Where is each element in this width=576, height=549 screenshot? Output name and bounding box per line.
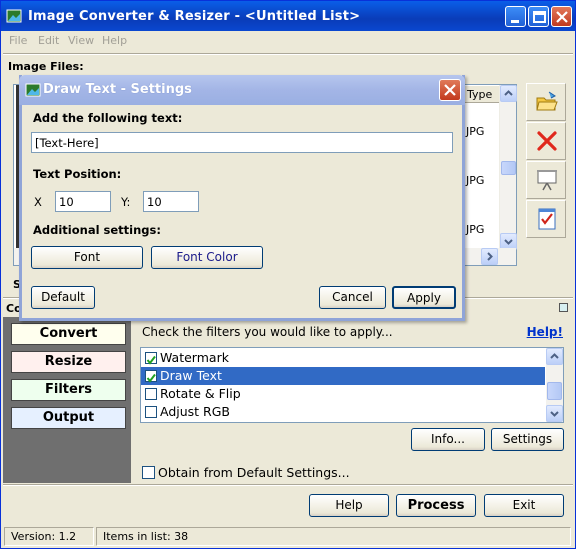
- close-button[interactable]: [551, 6, 572, 27]
- title-bar[interactable]: Image Converter & Resizer - <Untitled Li…: [1, 1, 575, 31]
- window-title: Image Converter & Resizer - <Untitled Li…: [28, 9, 361, 24]
- info-button[interactable]: Info...: [411, 428, 485, 451]
- checkmark-icon: [146, 373, 156, 383]
- bottom-separator: [3, 484, 573, 486]
- filters-tab[interactable]: Filters: [11, 379, 126, 401]
- draw-text-checkbox[interactable]: [145, 370, 157, 383]
- dialog-close-button[interactable]: [439, 79, 461, 101]
- adjust-rgb-checkbox[interactable]: [145, 406, 157, 418]
- filter-item-watermark[interactable]: Watermark: [141, 349, 545, 367]
- filter-item-rotate-flip[interactable]: Rotate & Flip: [141, 385, 545, 403]
- close-icon: [444, 84, 456, 96]
- filter-item-label: Rotate & Flip: [160, 386, 241, 401]
- checklist-icon: [538, 208, 556, 230]
- chevron-right-icon: [487, 252, 493, 261]
- y-position-input[interactable]: 10: [143, 191, 199, 212]
- resize-tab[interactable]: Resize: [11, 351, 126, 373]
- chevron-up-icon: [504, 90, 513, 96]
- menu-bar: File Edit View Help: [1, 31, 575, 50]
- filter-item-label: Adjust RGB: [160, 404, 230, 419]
- minimize-icon: [511, 20, 519, 23]
- status-version: Version: 1.2: [4, 527, 94, 546]
- text-input[interactable]: [Text-Here]: [31, 132, 453, 153]
- scroll-right-button[interactable]: [481, 248, 498, 265]
- scroll-up-button[interactable]: [500, 85, 517, 102]
- y-label: Y:: [121, 195, 131, 209]
- image-files-label: Image Files:: [8, 60, 84, 73]
- additional-settings-label: Additional settings:: [33, 223, 161, 237]
- chevron-up-icon: [550, 353, 559, 359]
- maximize-icon: [533, 11, 546, 23]
- settings-button[interactable]: Settings: [491, 428, 564, 451]
- default-settings-checkbox[interactable]: [142, 466, 155, 479]
- scroll-up-button[interactable]: [546, 348, 563, 365]
- font-button[interactable]: Font: [31, 246, 143, 269]
- checkmark-icon: [146, 355, 156, 365]
- font-color-button[interactable]: Font Color: [151, 246, 263, 269]
- checklist-button[interactable]: [526, 200, 566, 238]
- menu-separator: [3, 53, 573, 55]
- help-link[interactable]: Help!: [527, 325, 563, 339]
- add-files-button[interactable]: [526, 83, 566, 121]
- filter-item-label: Watermark: [160, 350, 229, 365]
- output-tab[interactable]: Output: [11, 407, 126, 429]
- watermark-checkbox[interactable]: [145, 352, 157, 365]
- main-window: Image Converter & Resizer - <Untitled Li…: [0, 0, 576, 549]
- file-type-cell: JPG: [466, 125, 485, 138]
- menu-view[interactable]: View: [68, 34, 94, 47]
- close-icon: [556, 11, 568, 23]
- file-list-vertical-scrollbar[interactable]: [499, 85, 517, 250]
- exit-button[interactable]: Exit: [484, 494, 564, 517]
- x-label: X: [34, 195, 42, 209]
- file-type-cell: JPG: [466, 174, 485, 187]
- panel-toggle[interactable]: [559, 303, 568, 312]
- preview-button[interactable]: [526, 161, 566, 199]
- presentation-board-icon: [537, 170, 557, 191]
- help-button[interactable]: Help: [309, 494, 389, 517]
- status-items-count: Items in list: 38: [96, 527, 571, 546]
- filter-item-label: Draw Text: [160, 368, 222, 383]
- filter-item-draw-text[interactable]: Draw Text: [141, 367, 545, 385]
- filters-caption: Check the filters you would like to appl…: [142, 325, 393, 339]
- default-settings-label: Obtain from Default Settings...: [158, 465, 350, 480]
- add-text-label: Add the following text:: [33, 111, 183, 125]
- filter-list[interactable]: Watermark Draw Text Rotate & Flip Adjust…: [140, 347, 564, 423]
- dialog-app-icon: [25, 83, 41, 97]
- chevron-down-icon: [550, 411, 559, 417]
- dialog-title: Draw Text - Settings: [43, 82, 192, 97]
- minimize-button[interactable]: [505, 6, 526, 27]
- filters-panel: Check the filters you would like to appl…: [132, 317, 573, 483]
- x-position-input[interactable]: 10: [55, 191, 111, 212]
- maximize-button[interactable]: [528, 6, 549, 27]
- filter-list-scrollbar[interactable]: [546, 348, 563, 422]
- file-type-cell: JPG: [466, 223, 485, 236]
- draw-text-settings-dialog: Draw Text - Settings Add the following t…: [19, 75, 465, 321]
- default-button[interactable]: Default: [31, 286, 95, 309]
- menu-help[interactable]: Help: [102, 34, 127, 47]
- chevron-down-icon: [504, 239, 513, 245]
- apply-button[interactable]: Apply: [392, 286, 456, 309]
- options-sidebar: Convert Resize Filters Output: [3, 317, 131, 483]
- convert-tab[interactable]: Convert: [11, 323, 126, 345]
- open-folder-icon: [536, 91, 558, 111]
- rotate-flip-checkbox[interactable]: [145, 388, 157, 400]
- scroll-thumb[interactable]: [501, 161, 516, 175]
- dialog-title-bar[interactable]: Draw Text - Settings: [19, 75, 465, 105]
- delete-x-icon: [537, 131, 557, 151]
- app-icon: [6, 9, 22, 23]
- process-button[interactable]: Process: [396, 494, 476, 517]
- remove-file-button[interactable]: [526, 122, 566, 160]
- filter-item-adjust-rgb[interactable]: Adjust RGB: [141, 403, 545, 421]
- cancel-button[interactable]: Cancel: [319, 286, 386, 309]
- scroll-thumb[interactable]: [547, 382, 562, 400]
- menu-edit[interactable]: Edit: [38, 34, 59, 47]
- menu-file[interactable]: File: [9, 34, 27, 47]
- text-position-label: Text Position:: [33, 167, 122, 181]
- column-header-type[interactable]: Type: [463, 86, 501, 103]
- scroll-down-button[interactable]: [546, 405, 563, 422]
